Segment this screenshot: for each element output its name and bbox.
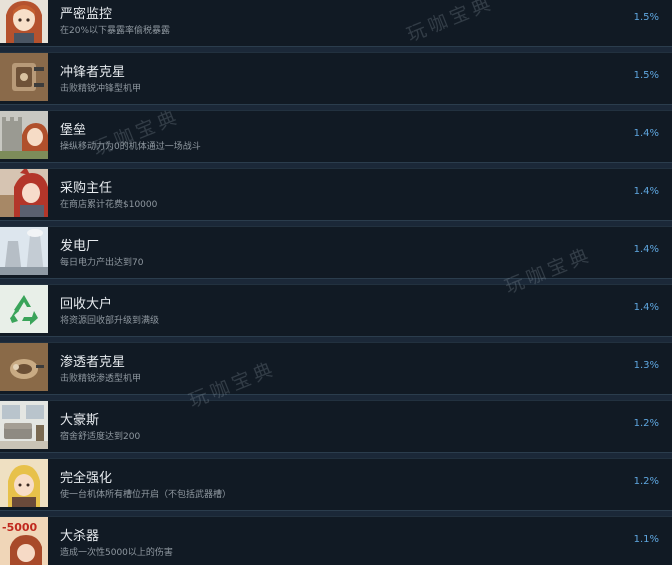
achievement-row: 渗透者克星 击败精锐渗透型机甲 1.3% [0,342,672,395]
achievement-percent: 1.5% [633,70,659,81]
mech-tank-icon [0,53,48,101]
achievement-title: 采购主任 [60,181,113,196]
achievement-desc: 将资源回收部升级到满级 [60,316,160,326]
achievement-desc: 操纵移动力为0的机体通过一场战斗 [60,142,201,152]
achievement-row: 采购主任 在商店累计花费$10000 1.4% [0,168,672,221]
shopper-girl-icon [0,169,48,217]
damage-5000-icon: -5000 [0,517,48,565]
achievement-percent: 1.3% [633,360,659,371]
recycle-icon [0,285,48,333]
achievement-desc: 造成一次性5000以上的伤害 [60,548,173,558]
achievement-percent: 1.2% [633,476,659,487]
achievement-percent: 1.4% [633,186,659,197]
achievement-row: -5000 大杀器 造成一次性5000以上的伤害 1.1% [0,516,672,565]
achievement-row: 回收大户 将资源回收部升级到满级 1.4% [0,284,672,337]
power-plant-icon [0,227,48,275]
achievement-title: 回收大户 [60,297,113,312]
achievement-desc: 击败精锐渗透型机甲 [60,374,142,384]
achievement-desc: 宿舍舒适度达到200 [60,432,141,442]
achievement-percent: 1.2% [633,418,659,429]
achievement-desc: 使一台机体所有槽位开启（不包括武器槽） [60,490,232,500]
achievement-percent: 1.1% [633,534,659,545]
room-sofa-icon [0,401,48,449]
achievement-title: 渗透者克星 [60,355,126,370]
mech-infiltrator-icon [0,343,48,391]
achievement-title: 严密监控 [60,7,113,22]
achievement-row: 完全强化 使一台机体所有槽位开启（不包括武器槽） 1.2% [0,458,672,511]
achievement-row: 冲锋者克星 击败精锐冲锋型机甲 1.5% [0,52,672,105]
girl-portrait-icon [0,0,48,43]
achievement-row: 堡垒 操纵移动力为0的机体通过一场战斗 1.4% [0,110,672,163]
achievement-desc: 每日电力产出达到70 [60,258,144,268]
achievement-percent: 1.4% [633,302,659,313]
achievement-title: 完全强化 [60,471,113,486]
castle-girl-icon [0,111,48,159]
achievement-row: 发电厂 每日电力产出达到70 1.4% [0,226,672,279]
achievement-title: 大豪斯 [60,413,100,428]
achievement-title: 大杀器 [60,529,100,544]
achievement-percent: 1.5% [633,12,659,23]
achievement-desc: 在商店累计花费$10000 [60,200,158,210]
achievement-percent: 1.4% [633,244,659,255]
achievement-title: 冲锋者克星 [60,65,126,80]
achievement-percent: 1.4% [633,128,659,139]
blonde-girl-icon [0,459,48,507]
achievement-list: 严密监控 在20%以下暴露率偷税暴露 1.5% 冲锋者克星 击败精锐冲锋型机甲 … [0,0,672,565]
achievement-row: 大豪斯 宿舍舒适度达到200 1.2% [0,400,672,453]
achievement-desc: 击败精锐冲锋型机甲 [60,84,142,94]
svg-text:-5000: -5000 [2,521,38,534]
achievement-row: 严密监控 在20%以下暴露率偷税暴露 1.5% [0,0,672,47]
achievement-desc: 在20%以下暴露率偷税暴露 [60,26,171,36]
achievement-title: 发电厂 [60,239,100,254]
achievement-title: 堡垒 [60,123,87,138]
